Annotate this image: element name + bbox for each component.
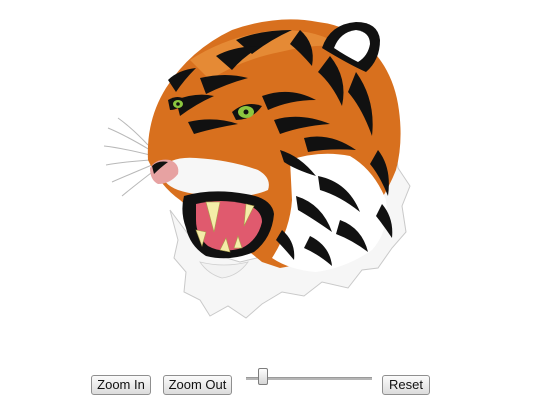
- zoom-in-button[interactable]: Zoom In: [91, 375, 151, 395]
- whiskers: [103, 117, 156, 197]
- zoom-viewer: Zoom In Zoom Out Reset: [0, 0, 546, 416]
- slider-thumb[interactable]: [258, 368, 268, 385]
- image-canvas[interactable]: [0, 0, 546, 350]
- zoom-slider[interactable]: [244, 368, 374, 388]
- zoom-out-button[interactable]: Zoom Out: [163, 375, 232, 395]
- reset-button[interactable]: Reset: [382, 375, 430, 395]
- tiger-image: [103, 19, 411, 319]
